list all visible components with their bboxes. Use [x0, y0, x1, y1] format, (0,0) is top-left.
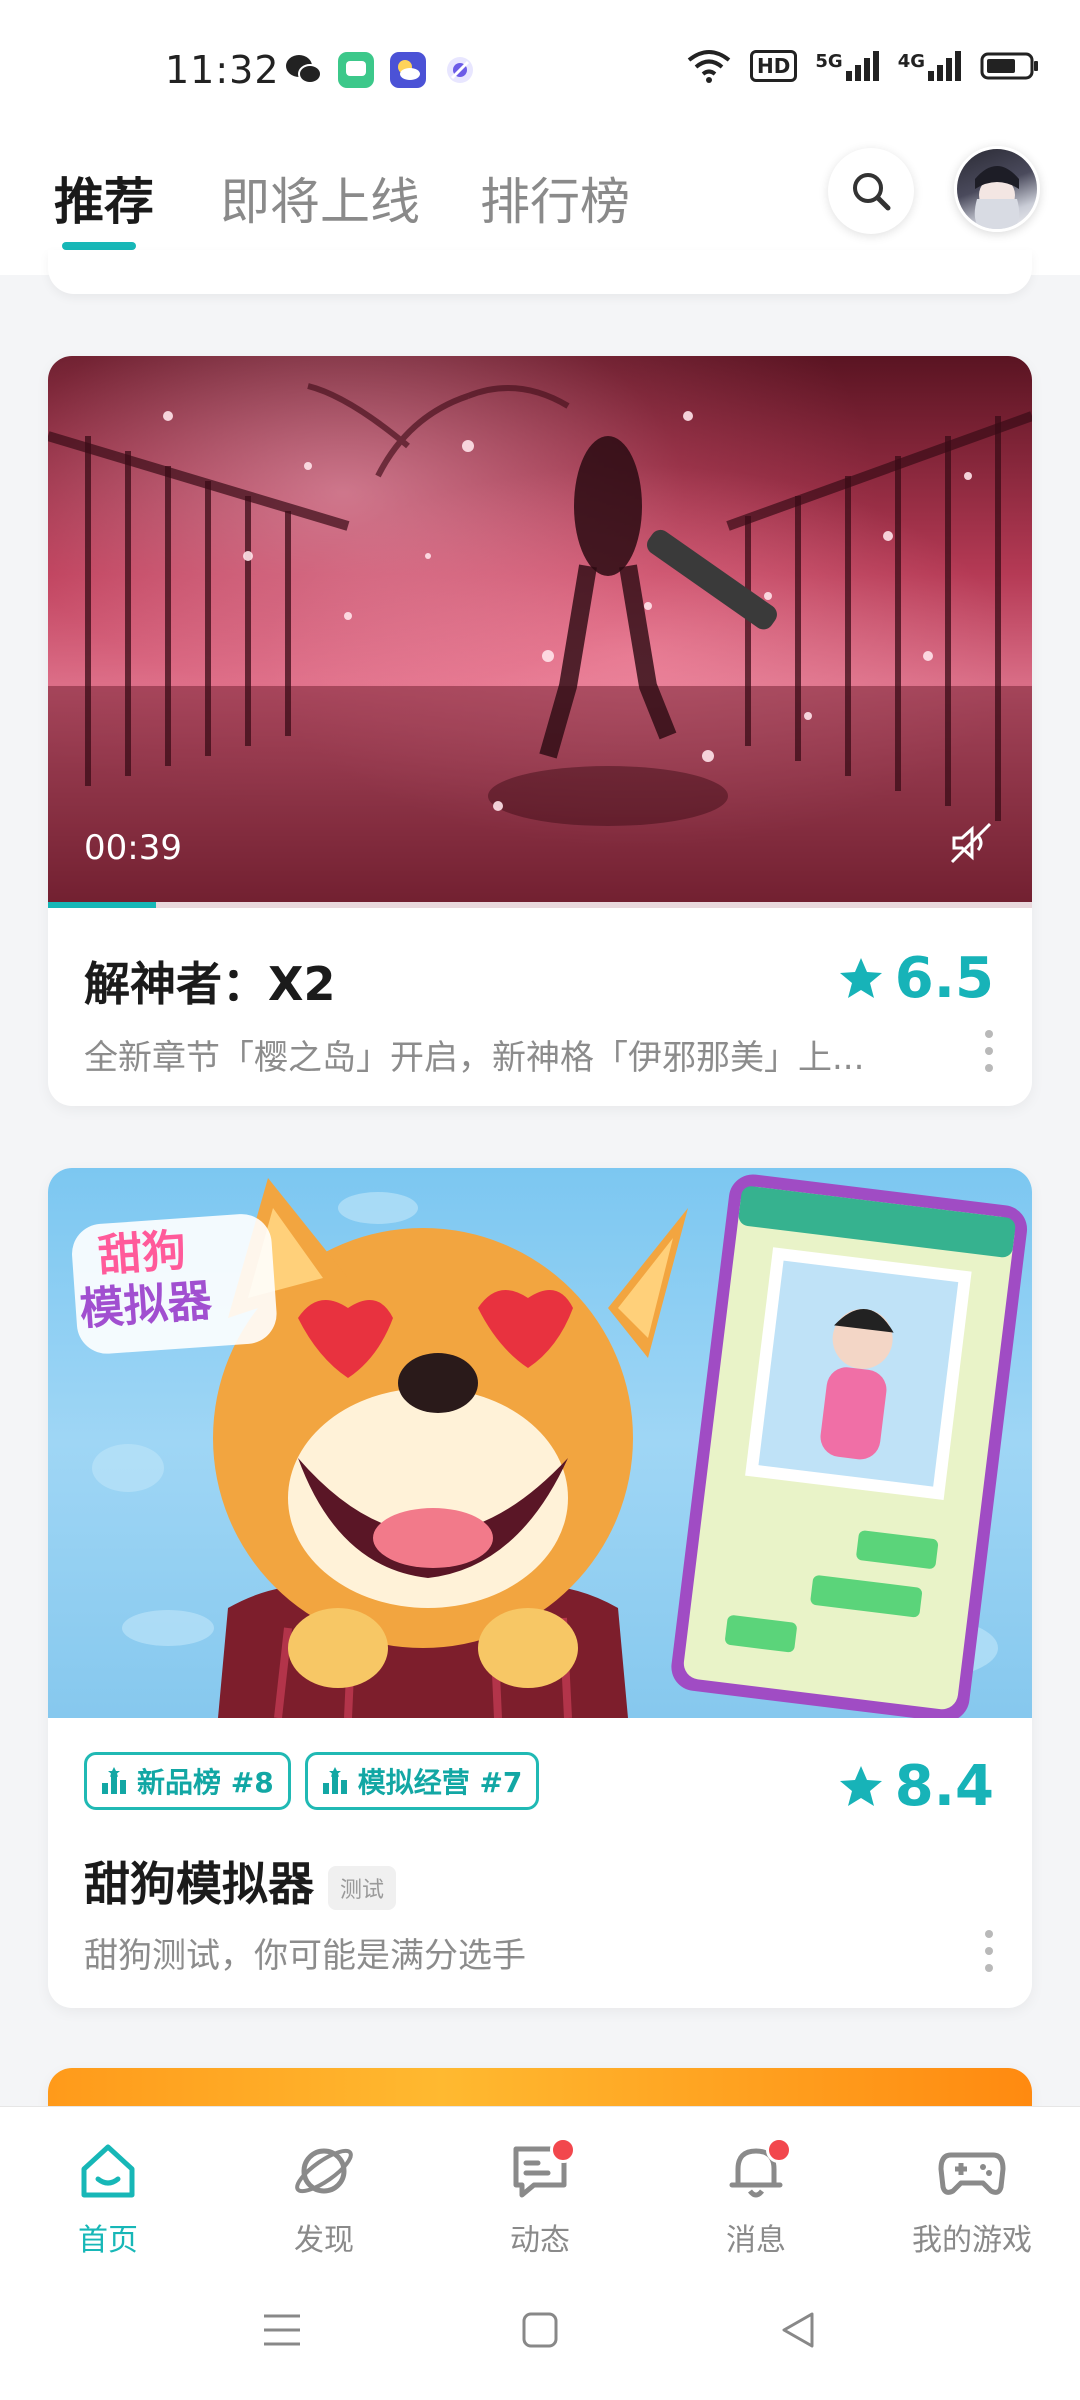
rank-badge-category[interactable]: 模拟经营 #7	[304, 1752, 540, 1810]
game-description: 甜狗测试，你可能是满分选手	[84, 1936, 526, 1976]
game-banner[interactable]: 甜狗 模拟器	[48, 1168, 1032, 1718]
back-button[interactable]	[778, 2310, 818, 2354]
bottom-tab-label: 发现	[294, 2223, 354, 2258]
square-icon	[522, 2312, 558, 2348]
active-tab-indicator	[62, 242, 136, 250]
home-button[interactable]	[520, 2310, 560, 2354]
previous-card-bottom	[48, 250, 1032, 294]
video-progress-fill	[48, 902, 157, 908]
back-triangle-icon	[782, 2312, 814, 2348]
tab-rankings[interactable]: 排行榜	[480, 162, 630, 234]
bottom-tab-feed[interactable]: 动态	[460, 2135, 620, 2259]
rank-badge-label: 新品榜 #8	[137, 1766, 274, 1799]
signal-4g-icon: 4G	[898, 51, 962, 81]
rating-value: 8.4	[894, 1754, 994, 1819]
game-description: 全新章节「樱之岛」开启，新神格「伊邪那美」上...	[84, 1038, 865, 1078]
bottom-tab-bar: 首页 发现 动态 消息 我的游戏	[0, 2106, 1080, 2269]
star-icon	[839, 957, 882, 998]
home-icon	[81, 2144, 135, 2198]
game-rating: 8.4	[837, 1754, 994, 1819]
search-button[interactable]	[828, 148, 914, 234]
planet-icon	[295, 2148, 353, 2194]
video-frame-illustration	[48, 383, 1032, 902]
bottom-tab-discover[interactable]: 发现	[244, 2135, 404, 2259]
weather-icon	[390, 52, 426, 88]
hd-icon: HD	[750, 50, 798, 82]
bottom-tab-label: 我的游戏	[912, 2223, 1032, 2258]
tab-recommend[interactable]: 推荐	[54, 162, 154, 234]
more-options-button[interactable]	[984, 1930, 994, 1972]
game-card-jieshenzhe[interactable]: 00:39 解神者：X2 6.5 全新章节「樱之岛」开启，新神格「伊邪那美」上.…	[48, 356, 1032, 1106]
system-navigation-bar	[0, 2268, 1080, 2400]
star-icon	[839, 1765, 882, 1806]
video-player[interactable]: 00:39	[48, 356, 1032, 902]
bottom-tab-label: 首页	[78, 2223, 138, 2258]
gamepad-icon	[938, 2152, 1006, 2195]
status-indicators: HD 5G 4G	[686, 48, 1040, 84]
rank-badge-label: 模拟经营 #7	[357, 1766, 523, 1799]
game-rating: 6.5	[837, 946, 994, 1011]
search-icon	[853, 173, 891, 211]
game-title-wrap: 甜狗模拟器 测试	[84, 1848, 397, 1914]
user-avatar[interactable]	[954, 146, 1040, 232]
rank-icon	[322, 1767, 347, 1794]
video-progress-bar[interactable]	[48, 902, 1032, 908]
status-bar: 11:32 HD 5G 4G	[0, 0, 1080, 130]
video-duration: 00:39	[84, 828, 182, 868]
signal-5g-icon: 5G	[815, 51, 879, 81]
bottom-tab-home[interactable]: 首页	[28, 2135, 188, 2259]
menu-icon	[264, 2314, 300, 2346]
wechat-icon	[285, 52, 322, 88]
notification-dot	[766, 2137, 792, 2163]
bottom-tab-messages[interactable]: 消息	[676, 2135, 836, 2259]
bottom-tab-label: 消息	[726, 2223, 786, 2258]
mute-toggle-button[interactable]	[948, 820, 994, 870]
test-tag: 测试	[328, 1865, 397, 1910]
game-card-tiangou[interactable]: 甜狗 模拟器 新品榜 #8 模拟经营 #7 8.4 甜狗模拟器 测试 甜狗测试，你…	[48, 1168, 1032, 2008]
browser-icon	[442, 52, 478, 88]
rank-badges: 新品榜 #8 模拟经营 #7	[84, 1752, 540, 1810]
rating-value: 6.5	[894, 946, 994, 1011]
game-logo: 甜狗 模拟器	[78, 1225, 214, 1336]
wifi-icon	[687, 50, 731, 83]
rank-badge-new[interactable]: 新品榜 #8	[84, 1752, 291, 1810]
more-options-button[interactable]	[984, 1030, 994, 1072]
status-time: 11:32	[165, 48, 280, 92]
battery-icon	[980, 52, 1038, 80]
recent-apps-button[interactable]	[262, 2310, 302, 2354]
bottom-tab-label: 动态	[510, 2223, 570, 2258]
bottom-tab-my-games[interactable]: 我的游戏	[892, 2135, 1052, 2259]
game-title[interactable]: 甜狗模拟器	[84, 1857, 314, 1911]
volume-muted-icon	[950, 822, 992, 864]
notification-dot	[550, 2137, 576, 2163]
game-title[interactable]: 解神者：X2	[84, 948, 335, 1014]
tab-upcoming[interactable]: 即将上线	[220, 162, 420, 234]
messages-icon	[338, 52, 374, 88]
rank-icon	[102, 1767, 126, 1794]
